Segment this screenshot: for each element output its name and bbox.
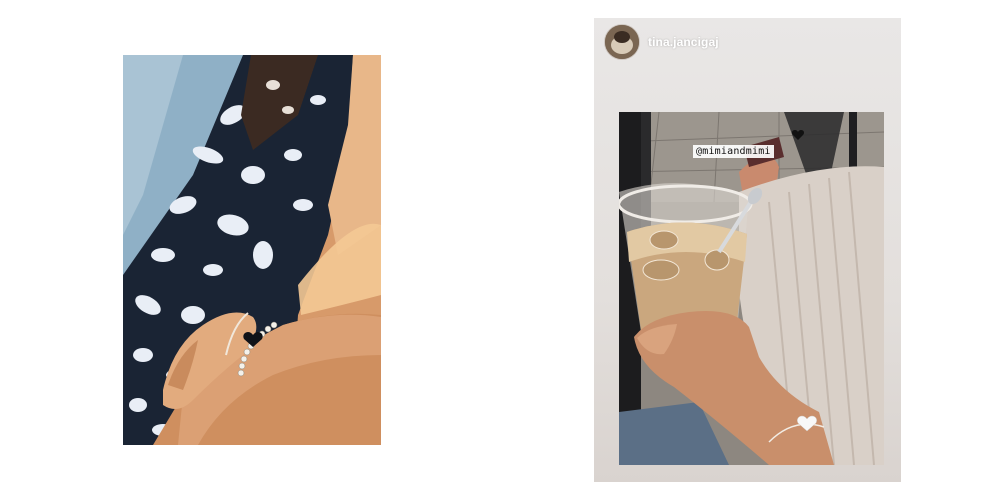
- iced-coffee-photo: @mimiandmimi: [619, 112, 884, 465]
- instagram-story-card[interactable]: tina.jancigaj @mimiandmimi: [594, 18, 901, 482]
- wrist-bracelet-photo: [123, 55, 381, 445]
- iced-coffee-illustration: [619, 112, 884, 465]
- heart-icon: [791, 130, 805, 140]
- page-canvas: tina.jancigaj @mimiandmimi: [0, 0, 1000, 500]
- avatar[interactable]: [604, 24, 640, 60]
- avatar-image: [605, 25, 639, 59]
- wrist-bracelet-illustration: [123, 55, 381, 445]
- mention-tag[interactable]: @mimiandmimi: [693, 145, 774, 158]
- story-username[interactable]: tina.jancigaj: [648, 35, 719, 49]
- story-header: tina.jancigaj: [604, 24, 719, 60]
